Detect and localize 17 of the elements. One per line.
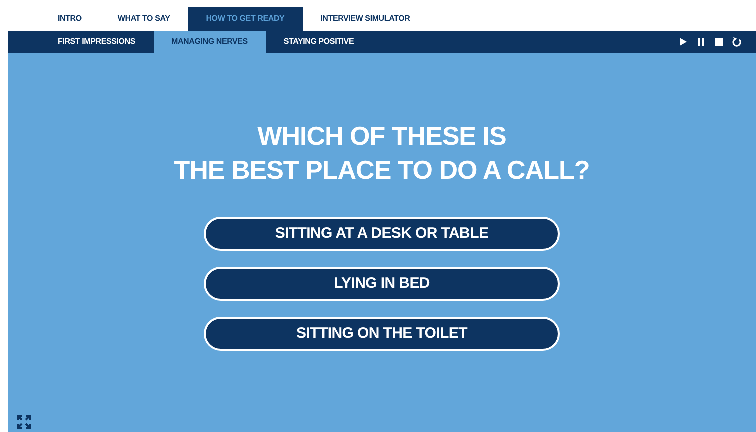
nav-tab[interactable]: INTRO [40,7,100,31]
stop-icon[interactable] [714,37,724,47]
nav-tab[interactable]: WHAT TO SAY [100,7,188,31]
restart-icon[interactable] [732,37,742,47]
answer-button[interactable]: LYING IN BED [204,267,560,301]
fullscreen-icon[interactable] [16,414,32,430]
answer-button[interactable]: SITTING AT A DESK OR TABLE [204,217,560,251]
pause-icon[interactable] [696,37,706,47]
play-icon[interactable] [678,37,688,47]
nav-tab[interactable]: INTERVIEW SIMULATOR [302,7,428,31]
sub-tab[interactable]: STAYING POSITIVE [266,31,372,53]
nav-tab[interactable]: HOW TO GET READY [188,7,303,31]
answer-button[interactable]: SITTING ON THE TOILET [204,317,560,351]
sub-tab[interactable]: MANAGING NERVES [154,31,266,53]
question-text: THE BEST PLACE TO DO A CALL? [174,154,590,187]
sub-tab[interactable]: FIRST IMPRESSIONS [40,31,154,53]
question-text: WHICH OF THESE IS [258,120,506,153]
